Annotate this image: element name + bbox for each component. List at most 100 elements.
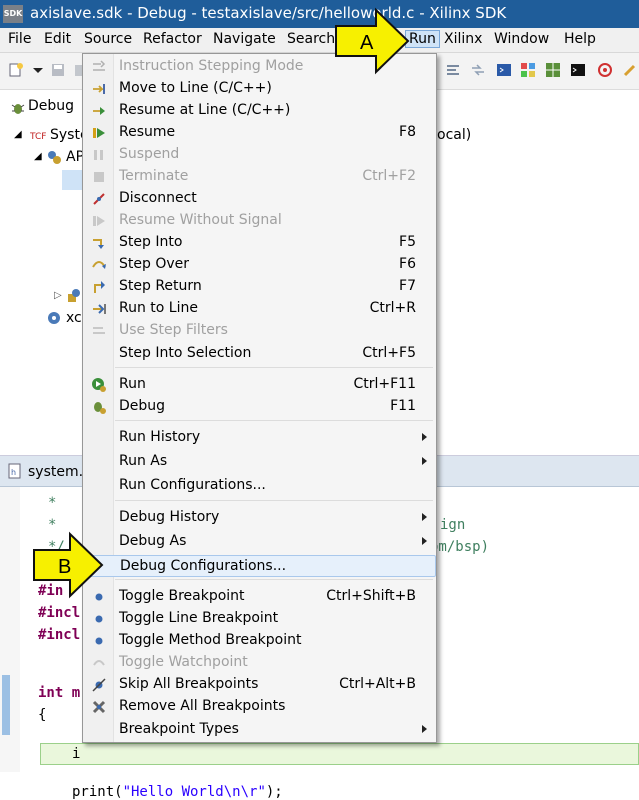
menu-item-shortcut: F8: [399, 124, 416, 140]
menu-item-run-as[interactable]: Run As: [83, 451, 436, 473]
instruction-toolbar-icon[interactable]: [470, 62, 486, 78]
terminate-icon: [94, 172, 104, 182]
menu-item-label: Run to Line: [119, 300, 198, 316]
menu-item-toggle-line-breakpoint[interactable]: Toggle Line Breakpoint: [83, 608, 436, 630]
step-return-icon: [94, 281, 105, 293]
menu-item-toggle-breakpoint[interactable]: Toggle Breakpoint Ctrl+Shift+B: [83, 586, 436, 608]
pencil-toolbar-icon[interactable]: [622, 62, 638, 78]
code-fragment: ign: [440, 517, 466, 533]
menu-item-step-over[interactable]: Step Over F6: [83, 254, 436, 276]
code-line: {: [38, 707, 47, 723]
menu-item-debug-history[interactable]: Debug History: [83, 507, 436, 529]
submenu-arrow-icon: [422, 725, 427, 733]
menu-item-shortcut: Ctrl+Shift+B: [326, 588, 416, 604]
menu-item-label: Suspend: [119, 146, 180, 162]
window-title: axislave.sdk - Debug - testaxislave/src/…: [30, 4, 507, 22]
menu-xilinx[interactable]: Xilinx: [444, 31, 482, 47]
menu-item-shortcut: F11: [390, 398, 416, 414]
step-into-icon: [93, 239, 104, 249]
instruction-step-icon: [93, 60, 106, 71]
menu-item-label: Use Step Filters: [119, 322, 228, 338]
menu-item-resume-at-line-c-c[interactable]: Resume at Line (C/C++): [83, 100, 436, 122]
new-file-icon[interactable]: [8, 62, 24, 78]
menu-item-run-to-line[interactable]: Run to Line Ctrl+R: [83, 298, 436, 320]
launch-icon: [48, 312, 60, 324]
menu-item-run[interactable]: Run Ctrl+F11: [83, 374, 436, 396]
menu-item-shortcut: Ctrl+R: [369, 300, 416, 316]
menu-item-resume-without-signal: Resume Without Signal: [83, 210, 436, 232]
menu-item-terminate: Terminate Ctrl+F2: [83, 166, 436, 188]
menu-item-label: Remove All Breakpoints: [119, 698, 286, 714]
menu-item-step-into[interactable]: Step Into F5: [83, 232, 436, 254]
current-line-highlight: [40, 743, 639, 765]
svg-text:h: h: [11, 468, 16, 477]
menu-help[interactable]: Help: [564, 31, 596, 47]
menu-item-label: Step Into: [119, 234, 183, 250]
menu-bar: File Edit Source Refactor Navigate Searc…: [0, 28, 639, 53]
terminal-toolbar-icon[interactable]: [570, 62, 586, 78]
grid-toolbar-icon[interactable]: [545, 62, 561, 78]
menu-item-skip-all-breakpoints[interactable]: Skip All Breakpoints Ctrl+Alt+B: [83, 674, 436, 696]
menu-item-debug[interactable]: Debug F11: [83, 396, 436, 418]
menu-item-breakpoint-types[interactable]: Breakpoint Types: [83, 719, 436, 741]
selected-thread-row[interactable]: [62, 170, 82, 190]
menu-refactor[interactable]: Refactor: [143, 31, 202, 47]
tree-item-xc[interactable]: xc: [66, 310, 82, 326]
menu-navigate[interactable]: Navigate: [213, 31, 276, 47]
menu-item-move-to-line-c-c[interactable]: Move to Line (C/C++): [83, 78, 436, 100]
sdk-app-icon: SDK: [3, 5, 23, 23]
menu-file[interactable]: File: [8, 31, 31, 47]
menu-item-run-history[interactable]: Run History: [83, 427, 436, 449]
resume-icon: [93, 128, 105, 138]
suspend-icon: [94, 150, 103, 160]
resume-at-line-icon: [93, 107, 105, 115]
menu-item-label: Step Into Selection: [119, 345, 252, 361]
save-icon[interactable]: [50, 62, 66, 78]
menu-separator: [115, 367, 433, 368]
code-fragment: om/bsp): [430, 539, 490, 555]
callout-arrow-b: B: [33, 531, 104, 599]
menu-item-label: Toggle Method Breakpoint: [119, 632, 302, 648]
hardware-toolbar-icon[interactable]: [520, 62, 536, 78]
menu-item-label: Terminate: [119, 168, 189, 184]
callout-arrow-a: A: [335, 7, 410, 75]
menu-search[interactable]: Search: [287, 31, 335, 47]
menu-item-shortcut: Ctrl+Alt+B: [339, 676, 416, 692]
menu-item-label: Run As: [119, 453, 168, 469]
menu-separator: [115, 579, 433, 580]
refresh-toolbar-icon[interactable]: [597, 62, 613, 78]
menu-item-label: Run Configurations...: [119, 477, 266, 493]
step-filters-icon: [93, 327, 105, 334]
menu-item-label: Toggle Watchpoint: [119, 654, 248, 670]
method-breakpoint-icon: [95, 637, 103, 645]
menu-item-debug-as[interactable]: Debug As: [83, 531, 436, 553]
tree-expand-icon[interactable]: ◢: [34, 151, 42, 162]
menu-source[interactable]: Source: [84, 31, 132, 47]
menu-item-toggle-method-breakpoint[interactable]: Toggle Method Breakpoint: [83, 630, 436, 652]
console-toolbar-icon[interactable]: [496, 62, 512, 78]
menu-window[interactable]: Window: [494, 31, 549, 47]
menu-item-suspend: Suspend: [83, 144, 436, 166]
menu-item-label: Debug History: [119, 509, 220, 525]
run-to-line-icon: [93, 304, 106, 314]
menu-item-toggle-watchpoint: Toggle Watchpoint: [83, 652, 436, 674]
menu-item-label: Debug As: [119, 533, 187, 549]
debug-view-tab[interactable]: Debug: [28, 98, 74, 114]
menu-edit[interactable]: Edit: [44, 31, 71, 47]
code-line: i: [72, 746, 81, 762]
menu-item-step-into-selection[interactable]: Step Into Selection Ctrl+F5: [83, 343, 436, 365]
menu-item-remove-all-breakpoints[interactable]: Remove All Breakpoints: [83, 696, 436, 718]
menu-item-label: Resume: [119, 124, 176, 140]
dropdown-arrow-icon[interactable]: [30, 62, 46, 78]
step-filters-toolbar-icon[interactable]: [445, 62, 461, 78]
menu-item-run-configurations[interactable]: Run Configurations...: [83, 475, 436, 497]
menu-item-step-return[interactable]: Step Return F7: [83, 276, 436, 298]
menu-item-disconnect[interactable]: Disconnect: [83, 188, 436, 210]
menu-item-resume[interactable]: Resume F8: [83, 122, 436, 144]
menu-item-label: Debug: [119, 398, 166, 414]
tree-collapse-icon[interactable]: ▷: [54, 290, 62, 301]
menu-item-shortcut: Ctrl+F5: [362, 345, 416, 361]
menu-item-shortcut: Ctrl+F2: [362, 168, 416, 184]
tree-expand-icon[interactable]: ◢: [14, 129, 22, 140]
menu-item-debug-configurations[interactable]: Debug Configurations...: [83, 555, 436, 577]
